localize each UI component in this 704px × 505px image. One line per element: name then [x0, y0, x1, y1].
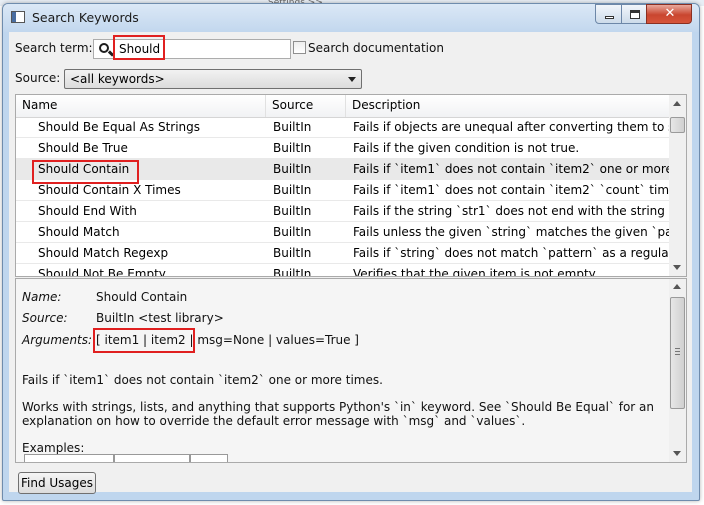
- highlight-arguments: [93, 328, 195, 353]
- table-row[interactable]: Should Match Regexp BuiltIn Fails if `st…: [16, 243, 675, 264]
- column-header-source[interactable]: Source: [266, 95, 346, 117]
- scroll-down-icon[interactable]: [673, 265, 681, 270]
- close-icon: ✕: [664, 6, 676, 21]
- cell-source: BuiltIn: [273, 183, 312, 197]
- highlight-search-term: [113, 35, 165, 60]
- cell-source: BuiltIn: [273, 267, 312, 277]
- details-examples-label: Examples:: [22, 441, 85, 455]
- details-arguments-label: Arguments:: [22, 333, 93, 347]
- cell-description: Fails if `item1` does not contain `item2…: [353, 183, 671, 197]
- grip-icon: [675, 348, 680, 349]
- keyword-details-panel: Name: Should Contain Source: BuiltIn <te…: [15, 278, 687, 463]
- source-select-value: <all keywords>: [70, 72, 165, 86]
- cell-name: Should Match Regexp: [38, 246, 169, 260]
- scroll-down-icon[interactable]: [673, 451, 681, 456]
- maximize-button[interactable]: [621, 4, 647, 24]
- window-title: Search Keywords: [32, 10, 139, 25]
- details-name-label: Name:: [22, 290, 62, 304]
- cell-description: Fails if `string` does not match `patter…: [353, 246, 671, 260]
- details-description-text: Fails if `item1` does not contain `item2…: [22, 373, 383, 387]
- scroll-up-icon[interactable]: [673, 101, 681, 106]
- cell-description: Fails if the string `str1` does not end …: [353, 204, 671, 218]
- chevron-down-icon: [348, 77, 356, 82]
- find-usages-button[interactable]: Find Usages: [18, 472, 96, 494]
- source-select[interactable]: <all keywords>: [64, 69, 362, 89]
- search-keywords-dialog: Search Keywords ✕ Search term: Should Se…: [2, 3, 700, 501]
- list-header: Name Source Description: [16, 95, 675, 118]
- cell-source: BuiltIn: [273, 120, 312, 134]
- cell-source: BuiltIn: [273, 246, 312, 260]
- close-button[interactable]: ✕: [646, 4, 692, 24]
- scroll-up-icon[interactable]: [673, 284, 681, 289]
- cell-description: Fails unless the given `string` matches …: [353, 225, 671, 239]
- titlebar: Search Keywords ✕: [3, 4, 699, 32]
- details-source-label: Source:: [22, 311, 68, 325]
- details-description-text-2: Works with strings, lists, and anything …: [22, 400, 655, 428]
- cell-source: BuiltIn: [273, 204, 312, 218]
- keyword-list: Name Source Description Should Be Equal …: [15, 94, 687, 277]
- cell-name: Should End With: [38, 204, 137, 218]
- table-row[interactable]: Should Be Equal As Strings BuiltIn Fails…: [16, 117, 675, 138]
- cell-name: Should Be True: [38, 141, 128, 155]
- search-documentation-checkbox[interactable]: [293, 41, 306, 54]
- list-scrollbar[interactable]: [669, 95, 686, 276]
- grip-icon: [675, 351, 680, 352]
- grip-icon: [675, 354, 680, 355]
- cell-description: Verifies that the given item is not empt…: [353, 267, 598, 277]
- examples-table-cell: [24, 454, 114, 462]
- table-row[interactable]: Should Match BuiltIn Fails unless the gi…: [16, 222, 675, 243]
- cell-name: Should Be Equal As Strings: [38, 120, 201, 134]
- minimize-button[interactable]: [595, 4, 622, 24]
- maximize-icon: [630, 10, 640, 19]
- cell-description: Fails if the given condition is not true…: [353, 141, 580, 155]
- examples-table-cell: [190, 454, 228, 462]
- table-row[interactable]: Should Be True BuiltIn Fails if the give…: [16, 138, 675, 159]
- column-header-name[interactable]: Name: [16, 95, 266, 117]
- cell-description: Fails if `item1` does not contain `item2…: [353, 162, 671, 176]
- highlight-selected-keyword: [32, 160, 139, 184]
- cell-source: BuiltIn: [273, 141, 312, 155]
- details-scrollbar[interactable]: [669, 279, 686, 462]
- dialog-client-area: Search term: Should Search documentation…: [9, 32, 692, 494]
- column-header-description[interactable]: Description: [346, 95, 675, 117]
- details-scrollbar-thumb[interactable]: [670, 297, 685, 409]
- cell-name: Should Not Be Empty: [38, 267, 166, 277]
- search-term-label: Search term:: [15, 41, 93, 55]
- window-app-icon: [11, 11, 25, 23]
- cell-source: BuiltIn: [273, 225, 312, 239]
- examples-table-cell: [114, 454, 190, 462]
- cell-name: Should Match: [38, 225, 120, 239]
- details-name-value: Should Contain: [96, 290, 188, 304]
- minimize-icon: [605, 16, 614, 19]
- details-source-value: BuiltIn <test library>: [96, 311, 224, 325]
- cell-description: Fails if objects are unequal after conve…: [353, 120, 671, 134]
- table-row[interactable]: Should End With BuiltIn Fails if the str…: [16, 201, 675, 222]
- list-scrollbar-thumb[interactable]: [670, 117, 685, 133]
- search-documentation-label: Search documentation: [308, 41, 444, 55]
- table-row[interactable]: Should Not Be Empty BuiltIn Verifies tha…: [16, 264, 675, 277]
- source-label: Source:: [15, 71, 61, 85]
- cell-source: BuiltIn: [273, 162, 312, 176]
